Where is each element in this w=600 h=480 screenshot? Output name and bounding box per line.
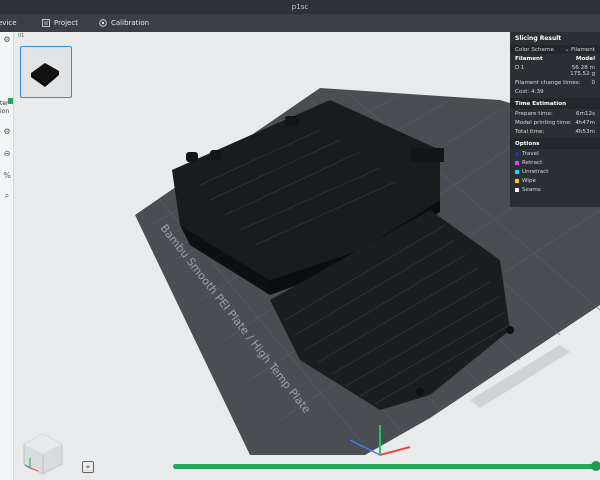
tab-device[interactable]: evice xyxy=(0,14,17,32)
search-icon[interactable]: ⌕ xyxy=(1,190,13,202)
model-time-row: Model printing time: 4h47m xyxy=(515,119,595,126)
slicing-result-title: Slicing Result xyxy=(515,35,562,42)
tab-calibration[interactable]: Calibration xyxy=(99,14,149,32)
plate-number: 01 xyxy=(18,33,25,39)
options-header: Options xyxy=(510,138,600,149)
tab-project-label: Project xyxy=(54,19,78,27)
model-thumbnail-icon xyxy=(31,63,59,87)
view-cube-icon[interactable] xyxy=(18,430,68,476)
slicing-result-panel: Slicing Result Color Scheme ⌄ Filament F… xyxy=(510,32,600,207)
tab-device-label: evice xyxy=(0,19,17,27)
option-retract[interactable]: Retract xyxy=(510,158,600,167)
window-title: p1sc xyxy=(291,3,309,11)
status-marker xyxy=(8,98,13,104)
change-times-row: Filament change times: 0 xyxy=(515,79,595,86)
filament-header-row: Filament Model xyxy=(515,55,595,62)
calibration-icon xyxy=(99,19,107,27)
project-icon xyxy=(42,19,50,27)
filament-row: 1 56.28 m 175.52 g xyxy=(510,63,600,78)
color-scheme-row[interactable]: Color Scheme ⌄ Filament xyxy=(510,45,600,54)
percent-icon[interactable]: % xyxy=(1,170,13,182)
cost-row: Cost: 4.39 xyxy=(515,88,544,95)
plate-thumbnail[interactable] xyxy=(20,46,72,98)
left-sidebar: ⚙ ter ion ⚙ ⊖ % ⌕ xyxy=(0,32,14,480)
option-unretract[interactable]: Unretract xyxy=(510,167,600,176)
color-scheme-select[interactable]: ⌄ Filament xyxy=(565,47,595,53)
fit-view-button[interactable]: ⌖ xyxy=(82,461,94,473)
layer-slider-handle[interactable] xyxy=(591,461,600,471)
filament-swatch xyxy=(515,64,519,69)
tab-project[interactable]: Project xyxy=(42,14,78,32)
option-seams[interactable]: Seams xyxy=(510,185,600,194)
top-tab-bar: evice Project Calibration xyxy=(0,14,600,32)
option-wipe[interactable]: Wipe xyxy=(510,176,600,185)
settings-icon[interactable]: ⚙ xyxy=(1,34,13,46)
layer-slider-track[interactable] xyxy=(173,464,597,469)
prepare-time-row: Prepare time: 6m12s xyxy=(515,110,595,117)
gear-icon[interactable]: ⚙ xyxy=(1,126,13,138)
minus-circle-icon[interactable]: ⊖ xyxy=(1,148,13,160)
window-title-bar: p1sc xyxy=(0,0,600,14)
option-travel[interactable]: Travel xyxy=(510,149,600,158)
tab-calibration-label: Calibration xyxy=(111,19,150,27)
total-time-row: Total time: 4h53m xyxy=(515,128,595,135)
time-estimation-header: Time Estimation xyxy=(510,98,600,109)
